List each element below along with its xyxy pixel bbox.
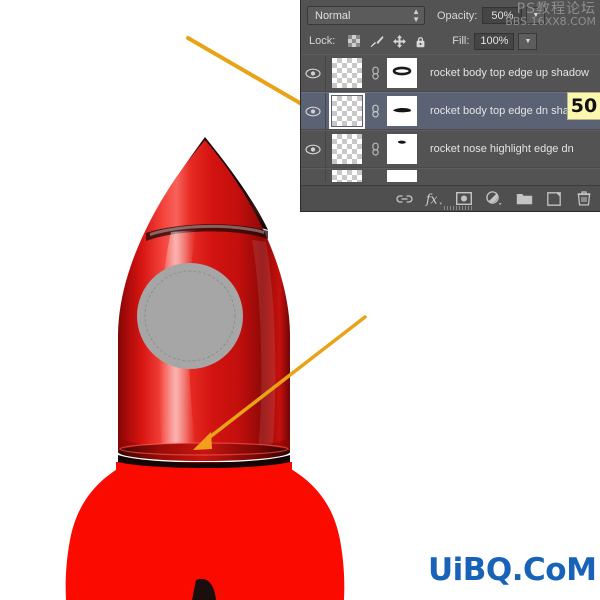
transparent-thumbnail	[332, 58, 362, 88]
lock-image-pixels-brush-icon[interactable]	[369, 35, 384, 48]
layer-visibility-toggle[interactable]	[301, 169, 326, 182]
rocket-fins	[65, 462, 345, 600]
layer-mask-thumbnail[interactable]	[382, 58, 422, 88]
layers-panel-footer: fx	[301, 185, 600, 211]
link-layers-icon[interactable]	[395, 190, 413, 208]
bottom-watermark: UiBQ.CoM	[428, 552, 597, 588]
fill-dropdown-icon[interactable]: ▼	[518, 32, 538, 50]
layer-mask-thumbnail[interactable]	[382, 96, 422, 126]
layer-name: rocket nose highlight edge dn	[430, 143, 574, 155]
layer-row[interactable]	[301, 168, 600, 182]
rocket-window	[137, 263, 243, 369]
lock-row: Lock: Fill: 100% ▼	[301, 28, 600, 54]
transparent-thumbnail	[329, 93, 365, 129]
blend-mode-value: Normal	[315, 9, 351, 22]
eye-icon	[305, 68, 321, 78]
opacity-value[interactable]: 50%	[482, 7, 523, 24]
fill-label: Fill:	[452, 35, 470, 47]
new-group-icon[interactable]	[515, 190, 533, 208]
layer-mask-thumbnail[interactable]	[382, 134, 422, 164]
layer-styles-fx-icon[interactable]: fx	[425, 190, 443, 208]
adjustment-layer-icon[interactable]	[485, 190, 503, 208]
layer-visibility-toggle[interactable]	[301, 131, 326, 167]
lock-transparent-pixels-icon[interactable]	[348, 35, 361, 47]
layer-row[interactable]: rocket nose highlight edge dn	[301, 130, 600, 168]
layer-mask-link-icon[interactable]	[368, 104, 382, 118]
layer-list[interactable]: rocket body top edge up shadow rocket bo…	[301, 54, 600, 186]
eye-icon	[305, 106, 321, 116]
layer-thumbnail[interactable]	[326, 169, 368, 182]
transparent-thumbnail	[332, 134, 362, 164]
rocket-body	[118, 140, 290, 468]
opacity-dropdown-icon[interactable]: ▼	[526, 7, 546, 24]
lock-position-move-icon[interactable]	[393, 34, 407, 48]
transparent-thumbnail	[332, 169, 362, 182]
layer-thumbnail[interactable]	[326, 58, 368, 88]
layer-visibility-toggle[interactable]	[301, 93, 326, 129]
layer-visibility-toggle[interactable]	[301, 55, 326, 91]
lock-all-padlock-icon[interactable]	[415, 35, 426, 48]
chevron-updown-icon: ▲ ▼	[412, 6, 420, 24]
new-layer-icon[interactable]	[545, 190, 563, 208]
fill-value[interactable]: 100%	[474, 32, 515, 50]
layers-panel: PS教程论坛 BBS.16XX8.COM Normal ▲ ▼ Opacity: …	[300, 0, 600, 212]
layer-mask-thumbnail[interactable]	[382, 169, 422, 182]
svg-text:fx: fx	[425, 191, 438, 206]
layer-thumbnail[interactable]	[326, 93, 368, 129]
blend-mode-select[interactable]: Normal ▲ ▼	[307, 6, 425, 25]
layer-thumbnail[interactable]	[326, 134, 368, 164]
opacity-label: Opacity:	[437, 9, 478, 22]
layer-mask-link-icon[interactable]	[368, 66, 382, 80]
blend-mode-row: Normal ▲ ▼ Opacity: 50% ▼	[301, 0, 600, 28]
delete-layer-icon[interactable]	[575, 190, 593, 208]
panel-resize-grip[interactable]	[444, 206, 472, 210]
layer-row[interactable]: rocket body top edge dn shadow	[301, 92, 600, 130]
layer-row[interactable]: rocket body top edge up shadow	[301, 54, 600, 92]
layer-mask-link-icon[interactable]	[368, 142, 382, 156]
eye-icon	[305, 144, 321, 154]
lock-label: Lock:	[309, 35, 336, 47]
add-layer-mask-icon[interactable]	[455, 190, 473, 208]
layer-name: rocket body top edge up shadow	[430, 67, 590, 79]
opacity-callout-badge: 50	[567, 92, 600, 120]
